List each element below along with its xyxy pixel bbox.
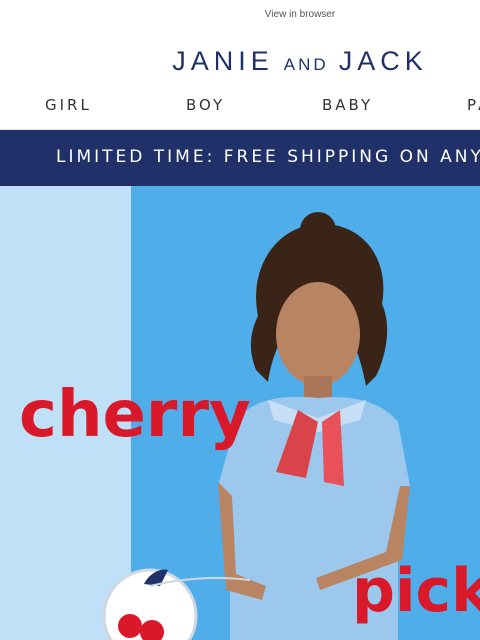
- view-in-browser-link[interactable]: View in browser: [0, 9, 480, 20]
- logo-word-janie: JANIE: [172, 46, 274, 76]
- nav-item-partial[interactable]: PA: [467, 96, 480, 114]
- nav-item-boy[interactable]: BOY: [186, 96, 225, 114]
- hero-word-cherry: cherry: [19, 378, 251, 452]
- hero-banner[interactable]: cherry pick: [0, 186, 480, 640]
- promo-text: LIMITED TIME: FREE SHIPPING ON ANY O: [56, 147, 480, 167]
- hair-bun: [300, 212, 336, 248]
- nav-item-girl[interactable]: GIRL: [45, 96, 92, 114]
- logo-word-jack: JACK: [338, 46, 428, 76]
- category-nav: GIRL BOY BABY PA: [0, 96, 480, 116]
- face-shape: [276, 282, 360, 386]
- bag-cherry-1: [118, 614, 142, 638]
- promo-banner[interactable]: LIMITED TIME: FREE SHIPPING ON ANY O: [0, 130, 480, 186]
- logo-word-and: AND: [283, 55, 329, 74]
- hero-word-pick: pick: [352, 556, 480, 626]
- brand-logo[interactable]: JANIE AND JACK: [0, 46, 480, 77]
- nav-item-baby[interactable]: BABY: [322, 96, 373, 114]
